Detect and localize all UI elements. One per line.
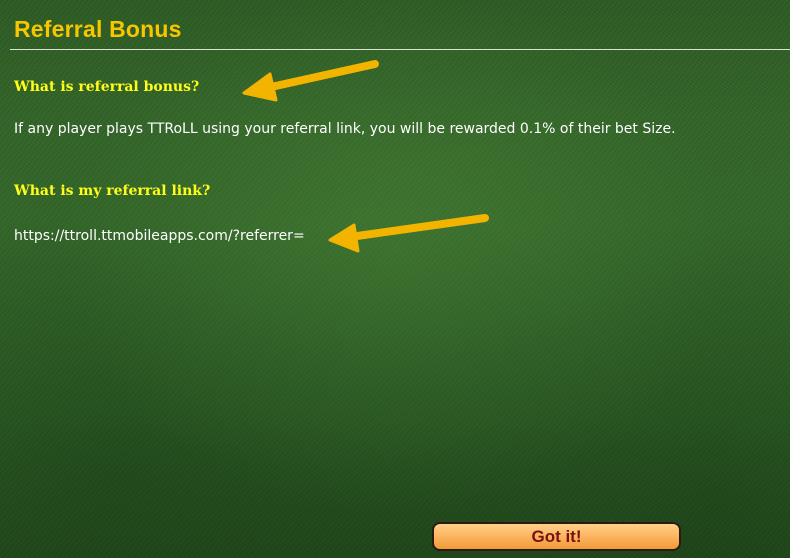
referral-bonus-question: What is referral bonus? — [14, 79, 200, 95]
page-title: Referral Bonus — [14, 16, 182, 42]
referral-bonus-answer: If any player plays TTRoLL using your re… — [14, 121, 676, 137]
got-it-button[interactable]: Got it! — [432, 522, 681, 551]
referral-link-value[interactable]: https://ttroll.ttmobileapps.com/?referre… — [14, 228, 305, 244]
arrow-left-icon — [328, 214, 489, 253]
arrow-left-icon — [242, 60, 379, 102]
title-divider — [10, 49, 790, 50]
referral-link-question: What is my referral link? — [14, 183, 211, 199]
